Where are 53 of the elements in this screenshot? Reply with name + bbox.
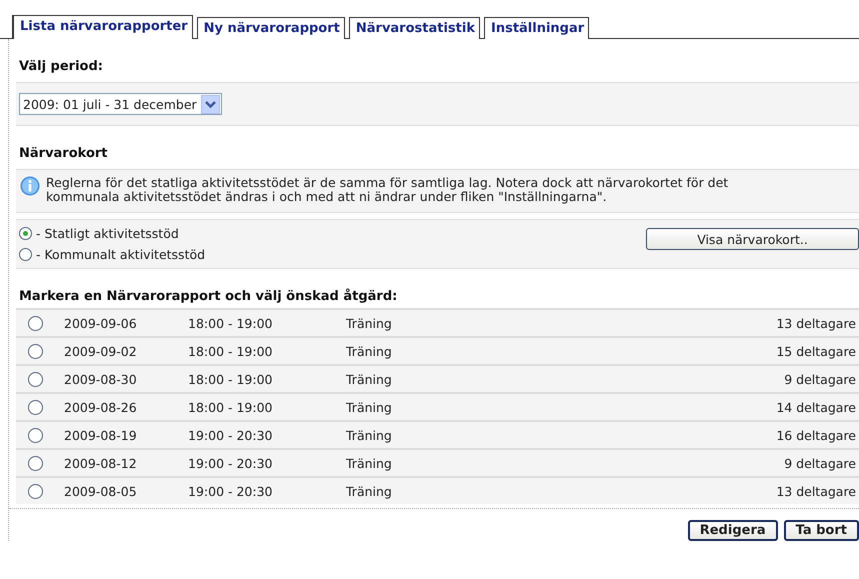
participants-cell: 15 deltagare bbox=[776, 344, 856, 358]
date-cell-text: 2009-08-05 bbox=[64, 484, 138, 498]
participants-cell: 16 deltagare bbox=[776, 428, 856, 442]
radio-label[interactable]: - Kommunalt aktivitetsstöd bbox=[36, 247, 206, 262]
info-icon bbox=[20, 176, 40, 196]
type-cell-text: Träning bbox=[346, 344, 393, 358]
radio-button[interactable] bbox=[28, 372, 43, 386]
type-cell-text: Träning bbox=[346, 316, 393, 330]
date-cell-text: 2009-09-06 bbox=[64, 316, 138, 330]
time-cell-text: 18:00 - 19:00 bbox=[188, 400, 274, 414]
type-cell-text: Träning bbox=[346, 428, 393, 442]
time-cell-text: 18:00 - 19:00 bbox=[188, 372, 274, 386]
date-cell-text: 2009-08-26 bbox=[64, 400, 138, 414]
section-heading: Välj period: bbox=[19, 59, 104, 74]
participants-cell: 13 deltagare bbox=[776, 316, 856, 330]
tab[interactable]: Inställningar bbox=[484, 17, 590, 39]
action-button[interactable]: Redigera bbox=[688, 520, 778, 541]
participants-cell: 9 deltagare bbox=[784, 456, 856, 470]
type-cell-text: Träning bbox=[346, 372, 393, 386]
tab[interactable]: Lista närvarorapporter bbox=[12, 15, 193, 39]
show-card-button[interactable]: Visa närvarokort.. bbox=[646, 228, 859, 250]
tab[interactable]: Närvarostatistik bbox=[348, 17, 480, 39]
type-cell-text: Träning bbox=[346, 456, 393, 470]
participants-cell: 14 deltagare bbox=[776, 400, 856, 414]
date-cell-text: 2009-09-02 bbox=[64, 344, 138, 358]
radio-button[interactable] bbox=[28, 428, 43, 442]
radio-button[interactable] bbox=[28, 456, 43, 470]
radio-label[interactable]: - Statligt aktivitetsstöd bbox=[36, 226, 179, 241]
date-cell-text: 2009-08-30 bbox=[64, 372, 138, 386]
radio-button[interactable] bbox=[19, 227, 32, 240]
participants-cell: 9 deltagare bbox=[784, 372, 856, 386]
tab[interactable]: Ny närvarorapport bbox=[196, 17, 345, 39]
radio-button[interactable] bbox=[28, 484, 43, 498]
time-cell-text: 18:00 - 19:00 bbox=[188, 316, 274, 330]
type-cell-text: Träning bbox=[346, 484, 393, 498]
type-cell-text: Träning bbox=[346, 400, 393, 414]
time-cell-text: 19:00 - 20:30 bbox=[188, 484, 274, 498]
date-cell-text: 2009-08-19 bbox=[64, 428, 138, 442]
info-text: Reglerna för det statliga aktivitetsstödet är de samma för samtliga lag. Notera dock att närvarokortet för det kommunala aktivitetsstödet ändras i och med att ni ändrar under fliken "Inställningarna". bbox=[46, 176, 730, 204]
time-cell-text: 18:00 - 19:00 bbox=[188, 344, 274, 358]
time-cell-text: 19:00 - 20:30 bbox=[188, 456, 274, 470]
section-heading: Närvarokort bbox=[19, 146, 109, 161]
chevron-down-icon bbox=[200, 94, 220, 114]
radio-button[interactable] bbox=[28, 344, 43, 358]
radio-button[interactable] bbox=[19, 248, 32, 261]
action-button[interactable]: Ta bort bbox=[784, 520, 859, 541]
radio-button[interactable] bbox=[28, 316, 43, 330]
time-cell-text: 19:00 - 20:30 bbox=[188, 428, 274, 442]
section-heading: Markera en Närvarorapport och välj önskad åtgärd: bbox=[19, 289, 398, 304]
participants-cell: 13 deltagare bbox=[776, 484, 856, 498]
date-cell-text: 2009-08-12 bbox=[64, 456, 138, 470]
period-dropdown[interactable]: 2009: 01 juli - 31 december bbox=[19, 93, 222, 115]
radio-button[interactable] bbox=[28, 400, 43, 414]
